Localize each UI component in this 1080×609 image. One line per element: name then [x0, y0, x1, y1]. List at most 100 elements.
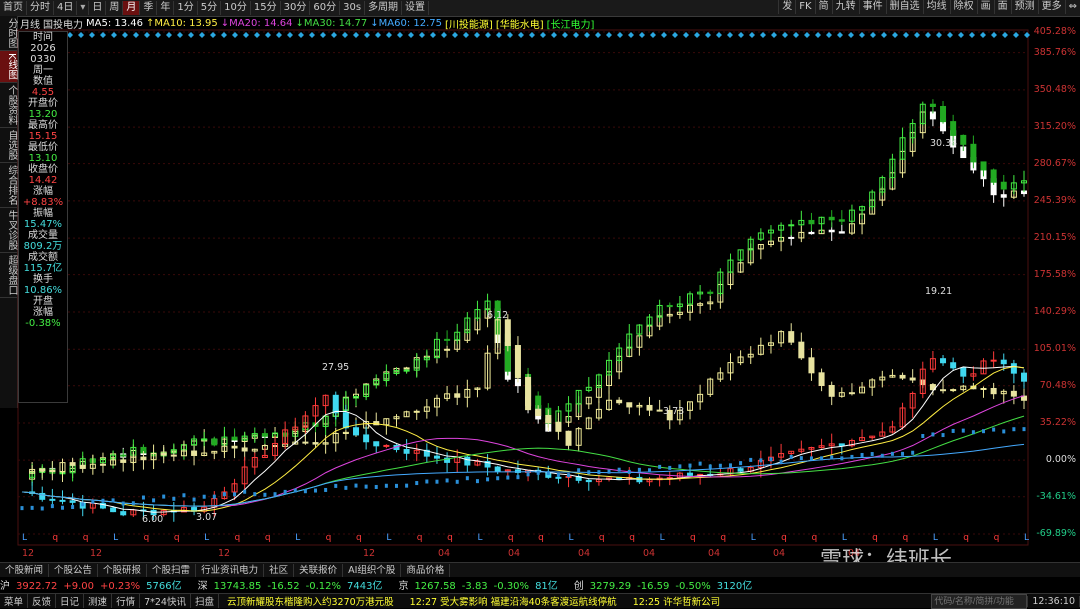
event-marker: q — [326, 533, 332, 543]
relative-strength-dot — [526, 472, 530, 477]
info-row-26: -0.38% — [25, 318, 61, 329]
event-marker: q — [811, 533, 817, 543]
info-row-3: 周一 — [33, 65, 53, 76]
chuantou-series-candle — [838, 231, 845, 234]
news-item-2[interactable]: 12:25 许华哲新公司 — [625, 594, 728, 608]
event-marker: L — [1024, 533, 1029, 543]
changjiang-series-candle — [960, 134, 967, 145]
bottom-tab-6[interactable]: 关联报价 — [294, 563, 344, 577]
signal-diamond — [408, 32, 414, 38]
price-annotation-3: 6.12 — [487, 310, 508, 321]
relative-strength-dot — [1012, 427, 1016, 432]
relative-strength-dot — [971, 430, 975, 435]
event-marker: q — [83, 533, 89, 543]
signal-diamond — [672, 32, 678, 38]
changjiang-series-candle — [211, 438, 218, 446]
news-item-0[interactable]: 云顶新耀股东楷隆购入约3270万港元股 — [219, 594, 402, 608]
info-row-6: 开盘价 — [28, 98, 58, 109]
huaneng-series-candle — [616, 399, 623, 404]
status-item-4[interactable]: 行情 — [112, 594, 141, 608]
relative-strength-dot — [384, 483, 388, 488]
huaneng-series-candle — [39, 468, 46, 471]
huaneng-series-candle — [120, 459, 127, 463]
event-marker: q — [508, 533, 514, 543]
index-0[interactable]: 沪 3922.72 +9.00 +0.23% 5766亿 — [0, 577, 188, 592]
signal-diamond — [914, 32, 920, 38]
bottom-tab-5[interactable]: 社区 — [264, 563, 295, 577]
signal-diamond — [815, 32, 821, 38]
signal-diamond — [441, 32, 447, 38]
huaneng-series-candle — [626, 402, 633, 408]
status-item-3[interactable]: 测速 — [84, 594, 113, 608]
pct-label-4: 280.67% — [1033, 157, 1076, 169]
huaneng-series-candle — [656, 409, 663, 412]
event-marker: q — [265, 533, 271, 543]
status-item-0[interactable]: 菜单 — [0, 594, 29, 608]
guotou-series-candle — [353, 427, 359, 436]
signal-diamond — [474, 32, 480, 38]
chuantou-series-candle — [808, 231, 815, 235]
huaneng-series-candle — [899, 374, 906, 379]
news-item-1[interactable]: 12:27 受大雾影响 福建沿海40条客渡运航线停航 — [402, 594, 625, 608]
bottom-tab-0[interactable]: 个股新闻 — [0, 563, 50, 577]
status-item-6[interactable]: 扫盘 — [191, 594, 219, 608]
event-marker: q — [417, 533, 423, 543]
index-2-field-1: 1267.58 — [414, 580, 456, 592]
time-label-7: 04 — [643, 548, 656, 559]
bottom-tab-8[interactable]: 商品价格 — [401, 563, 451, 577]
huaneng-series-candle — [545, 415, 552, 424]
signal-diamond — [738, 32, 744, 38]
status-item-1[interactable]: 反馈 — [28, 594, 57, 608]
time-label-1: 12 — [90, 548, 103, 559]
bottom-tab-4[interactable]: 行业资讯电力 — [196, 563, 265, 577]
signal-diamond — [1013, 32, 1019, 38]
pct-label-3: 315.20% — [1033, 121, 1076, 133]
signal-diamond — [716, 32, 722, 38]
relative-strength-dot — [617, 467, 621, 472]
bottom-tab-1[interactable]: 个股公告 — [49, 563, 99, 577]
guotou-series-candle — [585, 479, 592, 483]
bottom-tab-3[interactable]: 个股扫雷 — [147, 563, 197, 577]
status-item-5[interactable]: 7*24快讯 — [140, 594, 191, 608]
search-input[interactable] — [931, 593, 1028, 609]
relative-strength-dot — [749, 457, 753, 462]
signal-diamond — [331, 32, 337, 38]
guotou-series-candle — [616, 477, 623, 480]
relative-strength-dot — [830, 455, 834, 460]
price-annotation-6: 19.21 — [925, 286, 952, 297]
signal-diamond — [397, 32, 403, 38]
signal-diamond — [980, 32, 986, 38]
index-3[interactable]: 创 3279.29 -16.59 -0.50% 3120亿 — [574, 577, 758, 592]
chart-frame — [17, 29, 1029, 546]
signal-diamond — [188, 32, 194, 38]
huaneng-series-candle — [79, 464, 86, 469]
index-0-field-0: 沪 — [0, 580, 10, 592]
info-row-21: 115.7亿 — [23, 263, 63, 274]
bottom-tab-7[interactable]: AI组织个股 — [343, 563, 402, 577]
signal-diamond — [430, 32, 436, 38]
relative-strength-dot — [901, 451, 905, 456]
signal-diamond — [1002, 32, 1008, 38]
relative-strength-dot — [1022, 427, 1026, 432]
event-marker: q — [235, 533, 241, 543]
huaneng-series-candle — [160, 453, 167, 456]
relative-strength-dot — [941, 433, 945, 438]
signal-diamond — [848, 32, 854, 38]
signal-diamond — [254, 32, 260, 38]
kline-chart[interactable]: Lq q Lq q Lq q Lq q Lq q Lq q Lq q Lq q Lq q Lq q Lq q L6.00 3.… — [0, 0, 1080, 560]
index-0-field-3: +0.23% — [100, 580, 141, 592]
relative-strength-dot — [911, 450, 915, 455]
price-annotation-1: 3.07 — [196, 512, 217, 523]
status-item-2[interactable]: 日记 — [56, 594, 85, 608]
changjiang-series-candle — [980, 161, 987, 171]
signal-diamond — [463, 32, 469, 38]
index-2[interactable]: 京 1267.58 -3.83 -0.30% 81亿 — [398, 577, 563, 592]
index-1[interactable]: 深 13743.85 -16.52 -0.12% 7443亿 — [198, 577, 389, 592]
bottom-tab-2[interactable]: 个股研报 — [98, 563, 148, 577]
relative-strength-dot — [627, 469, 631, 474]
event-marker: q — [447, 533, 453, 543]
info-row-11: 13.10 — [28, 153, 58, 164]
relative-strength-dot — [283, 489, 287, 494]
changjiang-series-candle — [828, 216, 835, 221]
changjiang-series-candle — [838, 219, 845, 222]
